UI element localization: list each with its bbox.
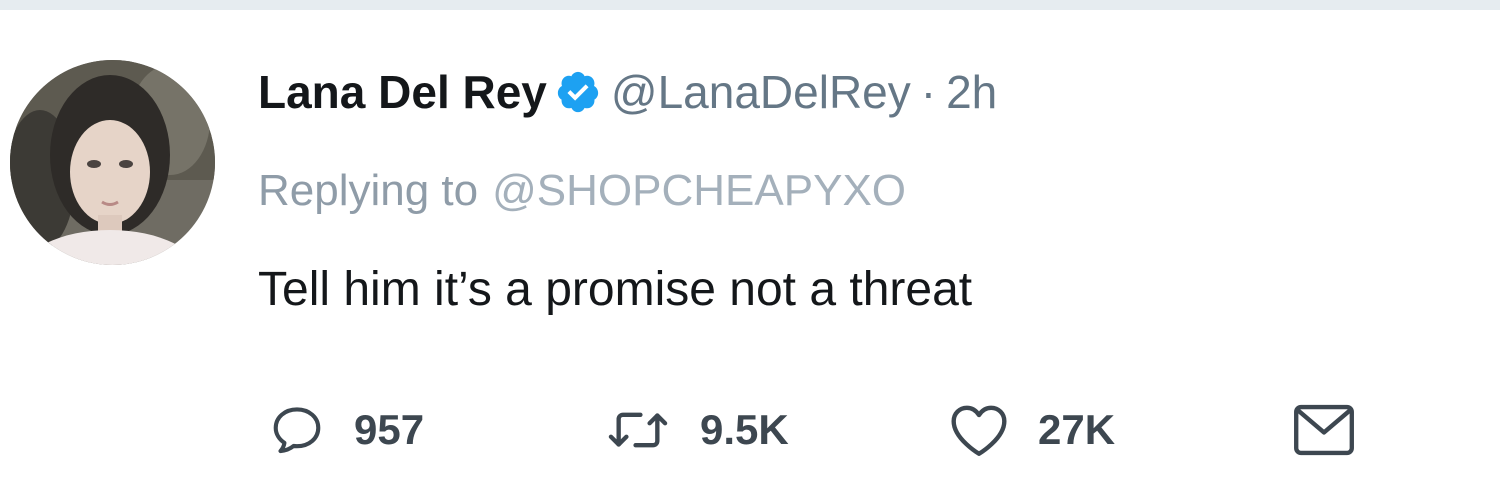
mail-icon — [1294, 404, 1354, 456]
like-count: 27K — [1038, 406, 1116, 453]
avatar-photo — [10, 60, 215, 265]
like-button[interactable]: 27K — [948, 395, 1115, 465]
avatar[interactable] — [10, 60, 215, 265]
author-name[interactable]: Lana Del Rey — [258, 65, 547, 119]
reply-icon — [273, 407, 321, 454]
reply-target-link[interactable]: @SHOPCHEAPYXO — [492, 166, 906, 216]
retweet-icon — [608, 412, 668, 448]
tweet-timestamp[interactable]: 2h — [946, 65, 997, 119]
replying-to-label: Replying to — [258, 166, 479, 215]
tweet-header: Lana Del Rey @LanaDelRey · 2h — [258, 62, 997, 122]
replying-to: Replying to @SHOPCHEAPYXO — [258, 162, 906, 220]
direct-message-button[interactable] — [1290, 395, 1358, 465]
header-separator: · — [920, 66, 937, 118]
retweet-count: 9.5K — [700, 406, 789, 453]
tweet-actions: 957 9.5K 27K — [0, 395, 1500, 465]
verified-badge-icon — [555, 69, 601, 115]
tweet-text: Tell him it’s a promise not a threat — [258, 263, 973, 316]
heart-icon — [951, 405, 1007, 456]
retweet-button[interactable]: 9.5K — [604, 395, 789, 465]
reply-count: 957 — [354, 406, 425, 453]
reply-button[interactable]: 957 — [268, 395, 424, 465]
top-divider — [0, 0, 1500, 10]
author-handle[interactable]: @LanaDelRey — [611, 65, 911, 119]
